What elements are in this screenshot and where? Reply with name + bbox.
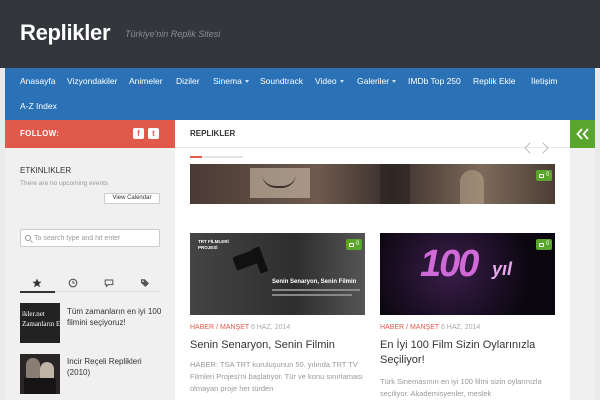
featured-slide[interactable]: 0 xyxy=(190,164,555,204)
comment-icon xyxy=(349,242,354,247)
nav-item-diziler[interactable]: Diziler xyxy=(176,76,200,86)
nav-item-vizyondakiler[interactable]: Vizyondakiler xyxy=(67,76,117,86)
twitter-icon[interactable]: t xyxy=(148,128,159,139)
comment-count-badge[interactable]: 0 xyxy=(536,170,553,181)
post-title[interactable]: Senin Senaryon, Senin Filmin xyxy=(190,338,370,353)
site-tagline: Türkiye'nin Replik Sitesi xyxy=(125,29,221,39)
site-title[interactable]: Replikler xyxy=(20,20,111,46)
category-link[interactable]: MANŞET xyxy=(410,324,439,331)
view-calendar-button[interactable]: View Calendar xyxy=(104,193,160,204)
star-icon[interactable] xyxy=(32,278,42,288)
post-excerpt: HABER: TSA TRT kuruluşunun 50. yılında T… xyxy=(190,360,364,393)
category-link[interactable]: HABER xyxy=(190,324,214,331)
nav-item-galeriler[interactable]: Galeriler xyxy=(357,76,397,86)
comments-icon[interactable] xyxy=(104,278,114,288)
nav-item-anasayfa[interactable]: Anasayfa xyxy=(20,76,55,86)
nav-item-a-z-index[interactable]: A-Z Index xyxy=(20,101,57,111)
nav-item-imdb-top-250[interactable]: IMDb Top 250 xyxy=(408,76,461,86)
chevron-down-icon xyxy=(392,80,397,84)
post-thumbnail[interactable]: ikler.net Zamanların En xyxy=(20,303,60,343)
tags-icon[interactable] xyxy=(140,278,150,288)
content-header: REPLIKLER xyxy=(175,120,570,148)
right-sidebar-collapsed xyxy=(570,120,595,400)
category-link[interactable]: HABER xyxy=(380,324,404,331)
expand-sidebar-button[interactable] xyxy=(570,120,595,148)
chevron-down-icon xyxy=(339,80,344,84)
search-box xyxy=(20,229,160,247)
comment-icon xyxy=(539,242,544,247)
nav-item-video[interactable]: Video xyxy=(315,76,344,86)
active-tab-indicator xyxy=(20,291,55,293)
follow-bar: FOLLOW: f t xyxy=(5,120,175,148)
post-image[interactable]: TRT FİLMLERİ PROJESİ Senin Senaryon, Sen… xyxy=(190,233,365,315)
comment-count-badge[interactable]: 0 xyxy=(536,239,553,250)
nav-item-replik-ekle[interactable]: Replik Ekle xyxy=(473,76,516,86)
nav-item-iletisim[interactable]: İletişim xyxy=(531,76,557,86)
post-meta: HABER / MANŞET 6 HAZ, 2014 xyxy=(190,324,291,331)
nav-item-soundtrack[interactable]: Soundtrack xyxy=(260,76,303,86)
slider-indicator xyxy=(190,156,202,158)
clock-icon[interactable] xyxy=(68,278,78,288)
slider-track xyxy=(203,156,243,158)
follow-label: FOLLOW: xyxy=(20,129,60,138)
events-empty-text: There are no upcoming events xyxy=(20,180,109,187)
double-chevron-left-icon xyxy=(575,128,589,140)
post-date: 6 HAZ, 2014 xyxy=(440,324,481,331)
section-title: REPLIKLER xyxy=(190,129,236,138)
site-header: Replikler Türkiye'nin Replik Sitesi xyxy=(0,0,600,68)
main-nav: Anasayfa Vizyondakiler Animeler Diziler … xyxy=(5,68,595,120)
events-title: ETKINLIKLER xyxy=(20,166,72,175)
category-link[interactable]: MANŞET xyxy=(220,324,249,331)
chevron-down-icon xyxy=(244,80,249,84)
post-thumbnail[interactable] xyxy=(20,354,60,394)
post-image[interactable]: 100 yıl 0 xyxy=(380,233,555,315)
comment-count-badge[interactable]: 0 xyxy=(346,239,363,250)
search-input[interactable] xyxy=(34,233,156,243)
post-title[interactable]: Tüm zamanların en iyi 100 filmini seçiyo… xyxy=(67,306,167,328)
sidebar: FOLLOW: f t ETKINLIKLER There are no upc… xyxy=(5,120,175,400)
post-title[interactable]: Incir Reçeli Replikleri (2010) xyxy=(67,356,167,378)
post-date: 6 HAZ, 2014 xyxy=(250,324,291,331)
nav-item-sinema[interactable]: Sinema xyxy=(213,76,249,86)
post-excerpt: Türk Sinemasının en iyi 100 filmi sizin … xyxy=(380,377,542,398)
post-meta: HABER / MANŞET 6 HAZ, 2014 xyxy=(380,324,481,331)
nav-item-animeler[interactable]: Animeler xyxy=(129,76,163,86)
comment-icon xyxy=(539,173,544,178)
post-title[interactable]: En İyi 100 Film Sizin Oylarınızla Seçili… xyxy=(380,338,560,368)
sidebar-tabs xyxy=(20,276,160,293)
search-icon xyxy=(25,235,31,241)
facebook-icon[interactable]: f xyxy=(133,128,144,139)
main-content: REPLIKLER 0 TRT FİLMLERİ PROJESİ Senin S… xyxy=(175,120,570,400)
